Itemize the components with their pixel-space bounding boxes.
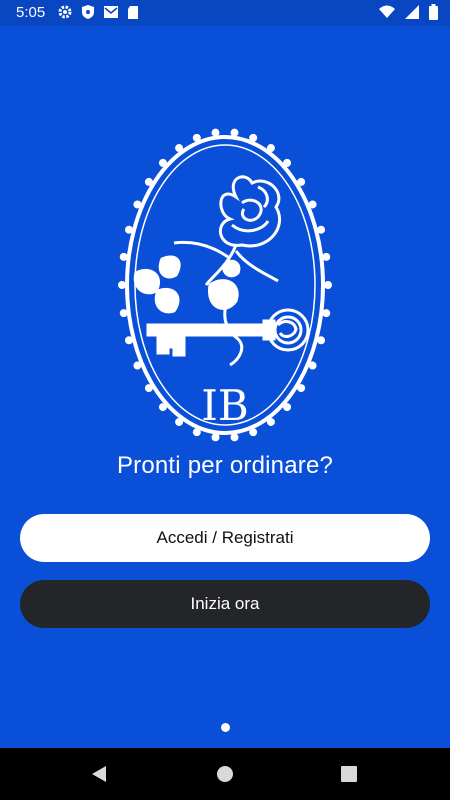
logo-border-dot bbox=[124, 336, 133, 345]
login-register-button[interactable]: Accedi / Registrati bbox=[20, 514, 430, 562]
logo-border-dot bbox=[144, 384, 153, 393]
logo-border-dot bbox=[124, 225, 133, 234]
logo-border-dot bbox=[133, 200, 142, 209]
key-icon bbox=[146, 308, 310, 357]
status-time: 5:05 bbox=[16, 4, 46, 21]
logo-border-dot bbox=[283, 158, 292, 167]
home-icon[interactable] bbox=[213, 762, 237, 786]
logo-border-dot bbox=[230, 433, 239, 442]
recents-icon[interactable] bbox=[337, 762, 361, 786]
logo-border-dot bbox=[297, 177, 306, 186]
logo-monogram: IB bbox=[201, 381, 248, 430]
logo-border-dot bbox=[192, 133, 201, 142]
logo-border-dot bbox=[283, 403, 292, 412]
logo-border-dot bbox=[308, 200, 317, 209]
login-register-label: Accedi / Registrati bbox=[156, 528, 294, 547]
logo-border-dot bbox=[230, 128, 239, 137]
logo-border-dot bbox=[266, 417, 275, 426]
logo-border-dot bbox=[317, 336, 326, 345]
sd-card-icon bbox=[127, 5, 139, 20]
gear-icon bbox=[57, 4, 73, 20]
logo-border-dot bbox=[158, 158, 167, 167]
logo-border-dot bbox=[297, 384, 306, 393]
gmail-icon bbox=[103, 5, 119, 19]
logo-border-dot bbox=[324, 281, 332, 289]
logo-border-dot bbox=[211, 433, 220, 442]
battery-icon bbox=[429, 4, 438, 20]
logo-border-dot bbox=[144, 177, 153, 186]
welcome-title: Pronti per ordinare? bbox=[116, 452, 334, 479]
system-nav-bar bbox=[0, 748, 450, 800]
logo-border-dot bbox=[211, 128, 220, 137]
logo-border-dot bbox=[175, 144, 184, 153]
shield-icon bbox=[81, 4, 95, 20]
logo-border-dot bbox=[119, 252, 128, 261]
logo-border-dot bbox=[322, 309, 331, 318]
status-bar: 5:05 bbox=[0, 0, 450, 26]
logo-border-dot bbox=[308, 361, 317, 370]
logo-border-dot bbox=[266, 144, 275, 153]
logo-border-dot bbox=[175, 417, 184, 426]
logo-border-dot bbox=[118, 281, 126, 289]
signal-icon bbox=[405, 5, 419, 19]
logo-border-dot bbox=[249, 133, 258, 142]
start-now-label: Inizia ora bbox=[190, 594, 260, 613]
logo-border-dot bbox=[249, 428, 258, 437]
logo-border-dot bbox=[119, 309, 128, 318]
logo-border-dot bbox=[133, 361, 142, 370]
logo-border-dot bbox=[322, 252, 331, 261]
logo-border-dot bbox=[317, 225, 326, 234]
logo-border-dot bbox=[158, 403, 167, 412]
brand-logo: IB bbox=[118, 125, 332, 445]
page-indicator-dot bbox=[221, 723, 230, 732]
start-now-button[interactable]: Inizia ora bbox=[20, 580, 430, 628]
logo-border-dot bbox=[192, 428, 201, 437]
back-icon[interactable] bbox=[88, 762, 112, 786]
wifi-icon bbox=[379, 5, 395, 19]
